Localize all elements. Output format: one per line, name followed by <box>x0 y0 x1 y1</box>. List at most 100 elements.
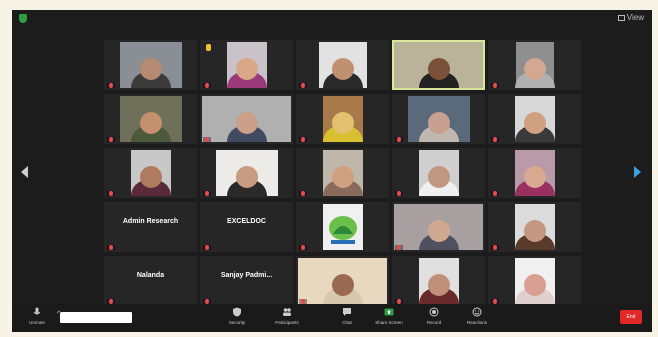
security-button[interactable]: Security <box>220 307 254 325</box>
participant-name-tag <box>299 137 307 142</box>
person-head <box>235 166 258 188</box>
participant-video <box>418 258 459 304</box>
muted-microphone-icon <box>205 137 209 142</box>
microphone-icon <box>32 307 42 317</box>
toolbar-label: Chat <box>342 320 352 325</box>
shield-icon <box>232 307 242 317</box>
top-bar: View <box>12 10 652 28</box>
participant-tile[interactable] <box>104 148 197 198</box>
participant-tile[interactable] <box>488 202 581 252</box>
participant-video <box>226 42 267 88</box>
participant-name-tag <box>395 245 403 250</box>
participant-video <box>322 204 363 250</box>
participant-tile[interactable] <box>392 94 485 144</box>
chat-button[interactable]: Chat <box>330 307 364 325</box>
person-head <box>427 220 450 242</box>
audio-options-button[interactable] <box>42 307 76 320</box>
participant-name-tag <box>491 245 499 250</box>
previous-page-arrow[interactable] <box>18 160 32 184</box>
participant-video <box>514 150 555 196</box>
participant-tile[interactable]: Admin Research <box>104 202 197 252</box>
participant-name-tag <box>203 191 211 196</box>
participant-tile[interactable] <box>200 148 293 198</box>
person-head <box>523 166 546 188</box>
participant-name-tag <box>299 83 307 88</box>
share-screen-button[interactable]: Share Screen <box>372 307 406 325</box>
participant-tile[interactable] <box>200 94 293 144</box>
end-meeting-button[interactable]: End <box>620 310 642 324</box>
participant-tile[interactable] <box>104 94 197 144</box>
reactions-icon <box>472 307 482 317</box>
toolbar-label: Participants <box>275 320 299 325</box>
participant-video <box>514 96 555 142</box>
participant-tile[interactable] <box>488 256 581 306</box>
raised-hand-icon <box>206 44 211 51</box>
participant-name: EXCELDOC <box>227 218 266 225</box>
participant-tile[interactable] <box>296 256 389 306</box>
muted-microphone-icon <box>301 137 305 142</box>
gallery-view-icon <box>617 14 625 21</box>
person-head <box>427 112 450 134</box>
participant-video <box>394 42 483 88</box>
share-screen-icon <box>384 307 394 317</box>
person-head <box>139 58 162 80</box>
participant-tile[interactable]: EXCELDOC <box>200 202 293 252</box>
person-head <box>523 220 546 242</box>
next-page-arrow[interactable] <box>630 160 644 184</box>
encryption-shield-icon[interactable] <box>19 14 27 23</box>
participant-tile[interactable] <box>488 94 581 144</box>
muted-microphone-icon <box>493 137 497 142</box>
participant-tile[interactable] <box>488 40 581 90</box>
muted-microphone-icon <box>109 191 113 196</box>
participant-name: Nalanda <box>136 272 165 279</box>
muted-microphone-icon <box>493 245 497 250</box>
person-head <box>427 166 450 188</box>
view-button[interactable]: View <box>617 13 644 22</box>
muted-microphone-icon <box>397 245 401 250</box>
participant-tile[interactable] <box>392 256 485 306</box>
participant-tile[interactable] <box>200 40 293 90</box>
person-head <box>427 274 450 296</box>
muted-microphone-icon <box>205 83 209 88</box>
person-head <box>331 274 354 296</box>
participant-tile[interactable] <box>296 202 389 252</box>
participant-tile[interactable] <box>392 202 485 252</box>
participant-video <box>322 150 363 196</box>
toolbar-label: Record <box>426 320 442 325</box>
muted-microphone-icon <box>397 137 401 142</box>
meeting-toolbar: End Unmute Security Participants Chat Share … <box>12 304 652 332</box>
participant-video <box>514 204 555 250</box>
person-head <box>331 58 354 80</box>
participant-video <box>394 204 483 250</box>
record-button[interactable]: Record <box>417 307 451 325</box>
participant-name-tag <box>107 191 115 196</box>
participant-tile[interactable] <box>392 40 485 90</box>
participant-tile[interactable] <box>104 40 197 90</box>
muted-microphone-icon <box>301 83 305 88</box>
participant-video <box>202 96 291 142</box>
participant-video <box>407 96 470 142</box>
muted-microphone-icon <box>301 245 305 250</box>
participant-tile[interactable]: Nalanda <box>104 256 197 306</box>
participant-video <box>318 42 367 88</box>
participant-tile[interactable] <box>296 40 389 90</box>
participant-tile[interactable] <box>488 148 581 198</box>
muted-microphone-icon <box>493 83 497 88</box>
participant-name-tag <box>299 245 307 250</box>
participant-name-tag <box>395 191 403 196</box>
participants-button[interactable]: Participants <box>270 307 304 325</box>
organization-logo-icon <box>328 216 357 244</box>
meeting-window: View Admin Research EXCELDOC Nalanda Sanjay… <box>12 10 652 332</box>
participant-tile[interactable] <box>296 148 389 198</box>
participant-video <box>130 150 171 196</box>
person-head <box>235 58 258 80</box>
caret-up-icon <box>54 307 64 317</box>
participant-name-tag <box>203 137 211 142</box>
participant-tile[interactable] <box>392 148 485 198</box>
muted-microphone-icon <box>109 137 113 142</box>
participant-tile[interactable] <box>296 94 389 144</box>
participant-tile[interactable]: Sanjay Padmi... <box>200 256 293 306</box>
reactions-button[interactable]: Reactions <box>460 307 494 325</box>
person-head <box>523 274 546 296</box>
person-head <box>235 112 258 134</box>
